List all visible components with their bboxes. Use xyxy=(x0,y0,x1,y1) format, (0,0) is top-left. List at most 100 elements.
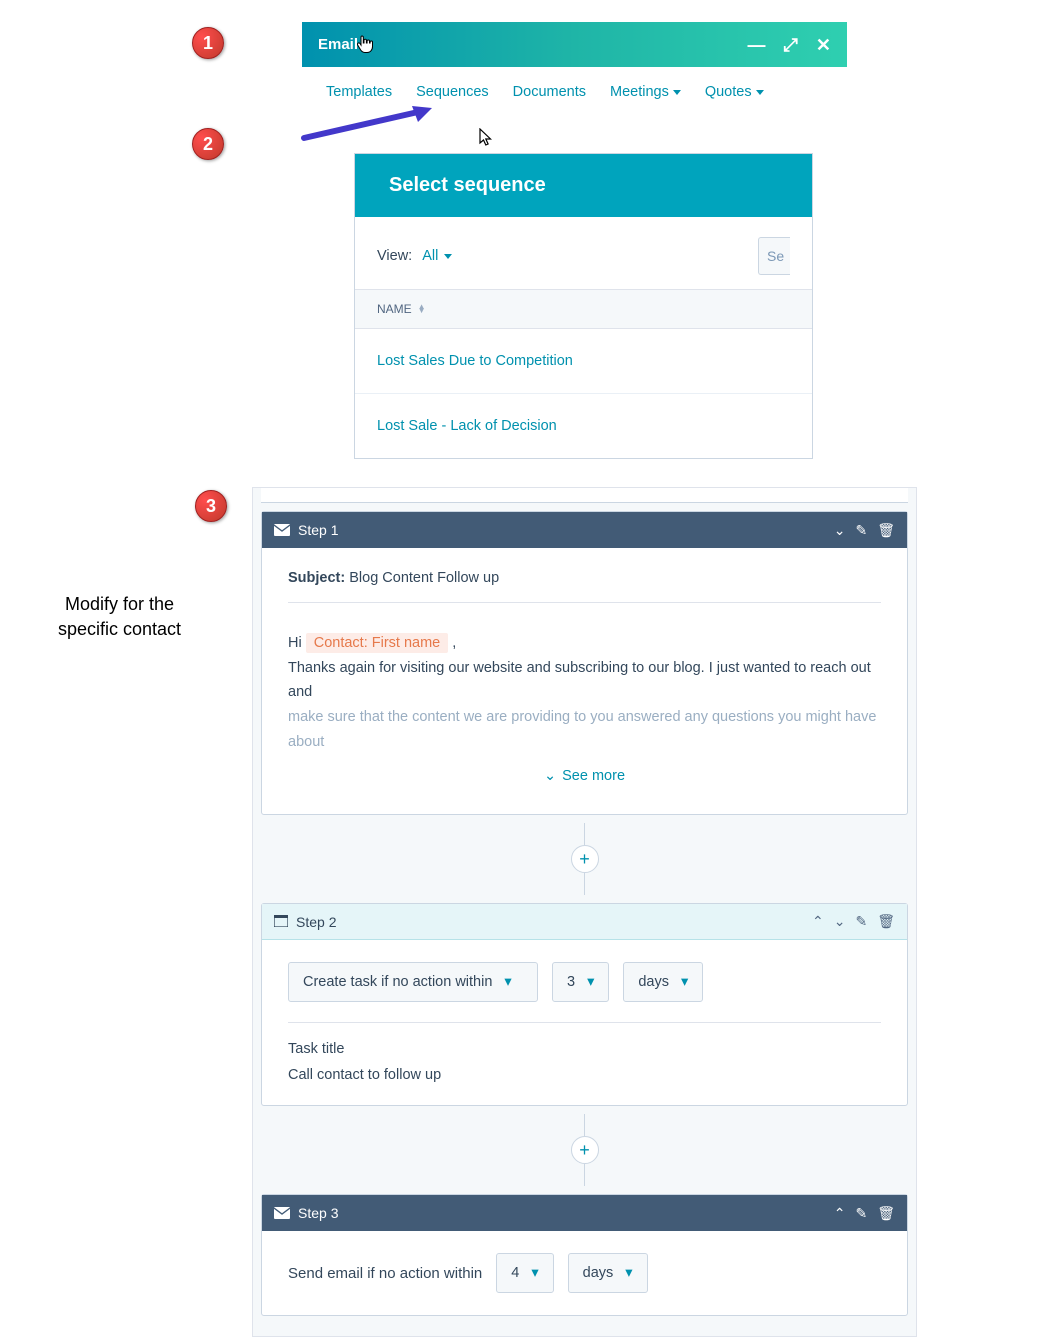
step-2-label: Step 2 xyxy=(296,914,336,930)
search-input[interactable]: Se xyxy=(758,237,790,275)
sequence-row[interactable]: Lost Sale - Lack of Decision xyxy=(355,394,812,458)
close-icon[interactable]: ✕ xyxy=(816,36,831,54)
chevron-down-icon[interactable]: ⌄ xyxy=(834,913,846,930)
comma: , xyxy=(452,635,456,651)
action-value: Create task if no action within xyxy=(303,974,492,990)
window-controls: — ⤢ ✕ xyxy=(748,36,832,54)
sort-icon[interactable]: ▲▼ xyxy=(418,305,426,313)
step-2-card: Step 2 ⌃ ⌄ ✎ 🗑 Create task if no action … xyxy=(261,903,908,1106)
tab-sequences[interactable]: Sequences xyxy=(416,84,489,100)
step-2-body: Create task if no action within ▾ 3 ▾ da… xyxy=(262,940,907,1105)
sequence-name: Lost Sale - Lack of Decision xyxy=(377,418,557,434)
connector-line xyxy=(584,1114,585,1136)
caret-down-icon xyxy=(444,254,452,259)
step-2-tools: ⌃ ⌄ ✎ 🗑 xyxy=(812,913,895,930)
number-value: 4 xyxy=(511,1265,519,1281)
personalization-token[interactable]: Contact: First name xyxy=(306,633,449,653)
chevron-up-icon[interactable]: ⌃ xyxy=(812,913,824,930)
badge-1-text: 1 xyxy=(203,33,213,54)
subject-value: Blog Content Follow up xyxy=(349,570,499,586)
tab-quotes-label: Quotes xyxy=(705,84,752,100)
unit-value: days xyxy=(583,1265,614,1281)
delete-icon[interactable]: 🗑 xyxy=(877,1205,895,1222)
step-3-card: Step 3 ⌃ ✎ 🗑 Send email if no action wit… xyxy=(261,1194,908,1316)
step-1-header: Step 1 ⌄ ✎ 🗑 xyxy=(262,512,907,548)
connector-line xyxy=(584,873,585,895)
edit-icon[interactable]: ✎ xyxy=(855,1205,867,1222)
sequence-editor: Step 1 ⌄ ✎ 🗑 Subject: Blog Content Follo… xyxy=(252,487,917,1337)
caret-down-icon: ▾ xyxy=(625,1265,632,1281)
edit-icon[interactable]: ✎ xyxy=(855,522,867,539)
envelope-icon xyxy=(274,524,290,536)
number-dropdown[interactable]: 4 ▾ xyxy=(496,1253,553,1293)
caret-down-icon: ▾ xyxy=(531,1265,538,1281)
annotation-text-content: Modify for the specific contact xyxy=(58,594,181,639)
subject-label: Subject: xyxy=(288,570,345,586)
annotation-text: Modify for the specific contact xyxy=(58,592,181,642)
select-sequence-heading: Select sequence xyxy=(355,154,812,217)
badge-2-text: 2 xyxy=(203,134,213,155)
see-more-label: See more xyxy=(562,768,625,784)
tab-templates[interactable]: Templates xyxy=(326,84,392,100)
sequence-table-header: NAME ▲▼ xyxy=(355,289,812,329)
step-1-tools: ⌄ ✎ 🗑 xyxy=(834,522,895,539)
email-window-title: Email xyxy=(318,36,358,53)
badge-2: 2 xyxy=(192,128,224,160)
task-title-label: Task title xyxy=(288,1023,881,1057)
editor-topline xyxy=(261,488,908,503)
action-dropdown[interactable]: Create task if no action within ▾ xyxy=(288,962,538,1002)
chevron-down-icon[interactable]: ⌄ xyxy=(834,522,846,539)
email-body: Hi Contact: First name , Thanks again fo… xyxy=(288,603,881,754)
delete-icon[interactable]: 🗑 xyxy=(877,913,895,930)
caret-down-icon: ▾ xyxy=(504,974,511,990)
number-value: 3 xyxy=(567,974,575,990)
caret-down-icon xyxy=(673,90,681,95)
sequence-filter-bar: View: All Se xyxy=(355,217,812,289)
number-dropdown[interactable]: 3 ▾ xyxy=(552,962,609,1002)
badge-3: 3 xyxy=(195,490,227,522)
unit-dropdown[interactable]: days ▾ xyxy=(568,1253,648,1293)
caret-down-icon: ▾ xyxy=(681,974,688,990)
sequence-row[interactable]: Lost Sales Due to Competition xyxy=(355,329,812,394)
caret-down-icon: ▾ xyxy=(587,974,594,990)
sequence-name: Lost Sales Due to Competition xyxy=(377,353,573,369)
add-step-button[interactable]: + xyxy=(571,1136,599,1164)
edit-icon[interactable]: ✎ xyxy=(855,913,867,930)
envelope-icon xyxy=(274,1207,290,1219)
step-1-card: Step 1 ⌄ ✎ 🗑 Subject: Blog Content Follo… xyxy=(261,511,908,815)
subject-row: Subject: Blog Content Follow up xyxy=(288,570,881,603)
view-dropdown[interactable]: All xyxy=(422,248,452,264)
view-value: All xyxy=(422,248,438,264)
delete-icon[interactable]: 🗑 xyxy=(877,522,895,539)
minimize-icon[interactable]: — xyxy=(748,36,766,54)
chevron-up-icon[interactable]: ⌃ xyxy=(834,1205,846,1222)
tab-meetings-label: Meetings xyxy=(610,84,669,100)
step-1-body: Subject: Blog Content Follow up Hi Conta… xyxy=(262,548,907,814)
step-2-controls: Create task if no action within ▾ 3 ▾ da… xyxy=(288,962,881,1023)
tab-documents[interactable]: Documents xyxy=(513,84,586,100)
view-label: View: xyxy=(377,248,412,264)
body-line-1: Thanks again for visiting our website an… xyxy=(288,656,881,705)
tab-meetings[interactable]: Meetings xyxy=(610,84,681,100)
email-tabs: Templates Sequences Documents Meetings Q… xyxy=(302,72,847,112)
connector-line xyxy=(584,823,585,845)
column-name[interactable]: NAME xyxy=(377,302,412,316)
cursor-arrow-icon xyxy=(479,128,495,151)
greeting: Hi xyxy=(288,635,306,651)
caret-down-icon xyxy=(756,90,764,95)
step-3-text: Send email if no action within xyxy=(288,1265,482,1282)
search-text: Se xyxy=(767,248,784,264)
tab-quotes[interactable]: Quotes xyxy=(705,84,764,100)
task-icon xyxy=(274,914,288,930)
see-more-button[interactable]: ⌄ See more xyxy=(288,754,881,792)
add-step-button[interactable]: + xyxy=(571,845,599,873)
step-2-header: Step 2 ⌃ ⌄ ✎ 🗑 xyxy=(262,904,907,940)
step-1-label: Step 1 xyxy=(298,522,338,538)
unit-dropdown[interactable]: days ▾ xyxy=(623,962,703,1002)
expand-icon[interactable]: ⤢ xyxy=(784,36,798,54)
select-sequence-panel: Select sequence View: All Se NAME ▲▼ Los… xyxy=(354,153,813,459)
badge-3-text: 3 xyxy=(206,496,216,517)
connector: + xyxy=(253,823,916,895)
connector: + xyxy=(253,1114,916,1186)
chevron-down-icon: ⌄ xyxy=(544,768,556,784)
